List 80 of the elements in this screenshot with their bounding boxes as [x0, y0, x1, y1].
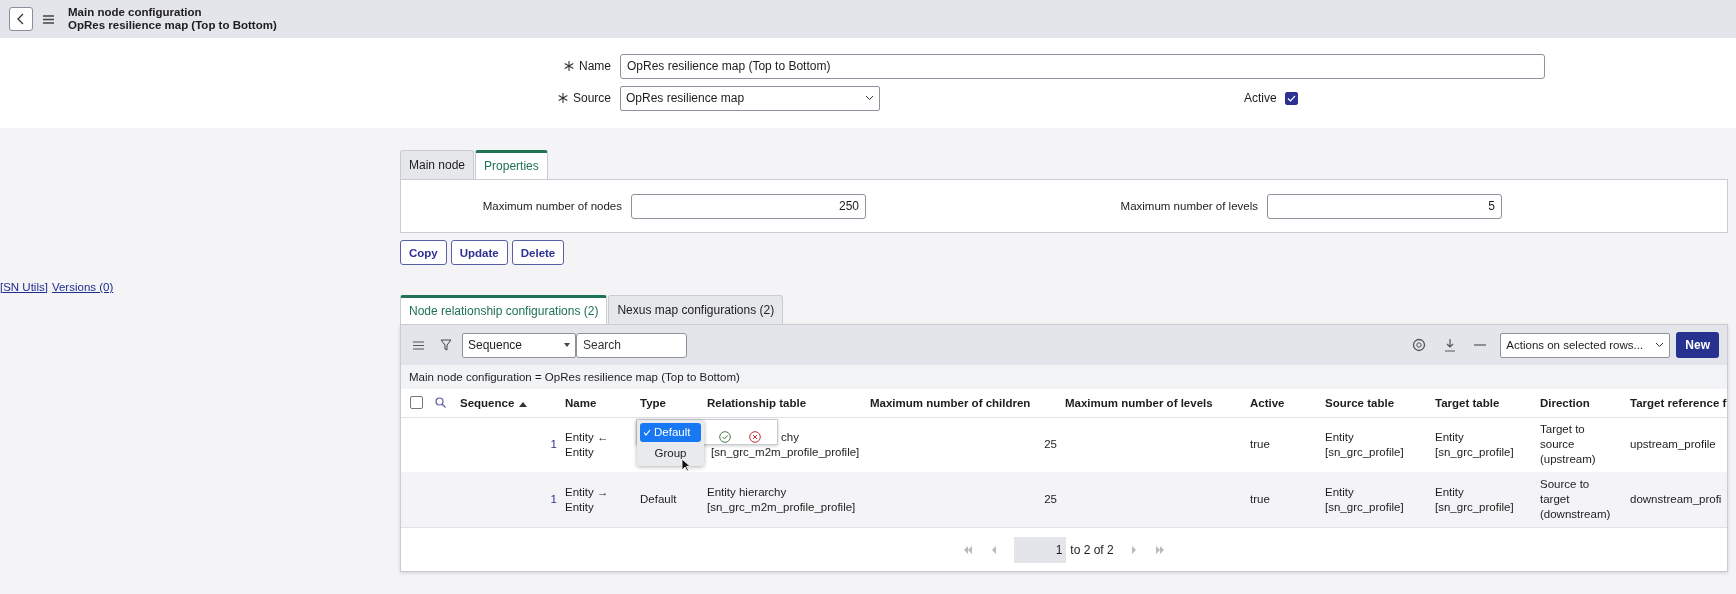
- table-cell: Source to target (downstream): [1540, 478, 1611, 520]
- table-cell: chy: [781, 429, 799, 445]
- menu-icon[interactable]: [413, 340, 424, 350]
- record-title: OpRes resilience map (Top to Bottom): [68, 19, 277, 32]
- field-label: Maximum number of nodes: [481, 200, 623, 212]
- table-cell: [sn_grc_m2m_profile_profile]: [711, 444, 860, 460]
- tab[interactable]: Nexus map configurations (2): [608, 295, 784, 324]
- column-header[interactable]: Direction: [1536, 389, 1626, 417]
- filter-icon[interactable]: [440, 339, 452, 351]
- column-header[interactable]: Active: [1246, 389, 1321, 417]
- caret-icon: [564, 343, 570, 347]
- field-label: Source: [572, 91, 611, 105]
- input-field[interactable]: 250: [631, 193, 866, 219]
- table-cell: Entity [sn_grc_profile]: [1325, 485, 1404, 513]
- tab[interactable]: Node relationship configurations (2): [400, 295, 608, 324]
- table-cell: Entity ← Entity: [565, 430, 609, 458]
- table-cell: Entity hierarchy [sn_grc_m2m_profile_profile]: [707, 485, 856, 513]
- select-all-checkbox[interactable]: [410, 396, 423, 410]
- chevron-left-icon: [16, 13, 26, 25]
- actions-select[interactable]: Actions on selected rows...: [1500, 332, 1671, 358]
- table-cell: Entity [sn_grc_profile]: [1325, 430, 1404, 458]
- cancel-icon[interactable]: [749, 430, 761, 443]
- page-field[interactable]: 1: [1014, 536, 1067, 563]
- column-header[interactable]: Sequence: [456, 389, 561, 417]
- table-cell: upstream_profile: [1630, 438, 1716, 451]
- dropdown-option[interactable]: Group: [640, 443, 701, 463]
- table-cell: true: [1250, 493, 1270, 505]
- sort-ascending-icon: [519, 401, 528, 407]
- dropdown-option[interactable]: Default: [640, 422, 701, 442]
- back-button[interactable]: [9, 7, 33, 31]
- field-label: Active: [1244, 91, 1277, 105]
- type-dropdown[interactable]: Default Group: [637, 419, 704, 466]
- download-icon[interactable]: [1444, 338, 1457, 352]
- tab[interactable]: Properties: [475, 150, 548, 179]
- required-icon: [564, 61, 574, 71]
- caret-icon: [1655, 342, 1665, 348]
- table-cell: Target to source (upstream): [1540, 423, 1596, 466]
- form-button[interactable]: Delete: [511, 240, 565, 265]
- page-title: Main node configuration: [68, 6, 203, 19]
- record-link[interactable]: 1: [550, 493, 557, 505]
- search-icon[interactable]: [435, 397, 446, 409]
- column-header[interactable]: Target table: [1431, 389, 1536, 417]
- link[interactable]: [SN Utils]: [0, 281, 48, 295]
- link[interactable]: Versions (0): [51, 281, 114, 295]
- tab[interactable]: Main node: [400, 150, 475, 179]
- source-select[interactable]: OpRes resilience map: [620, 85, 880, 111]
- table-cell: true: [1250, 438, 1270, 451]
- table-cell: 25: [1044, 493, 1057, 505]
- table-cell: Default: [640, 493, 677, 505]
- caret-icon: [865, 95, 874, 101]
- form-button[interactable]: Update: [450, 240, 508, 265]
- column-header[interactable]: Name: [561, 389, 636, 417]
- menu-icon[interactable]: [43, 14, 54, 24]
- field-label: Name: [579, 59, 611, 73]
- column-header[interactable]: Source table: [1321, 389, 1431, 417]
- field-select[interactable]: Sequence: [462, 332, 576, 358]
- column-header[interactable]: Maximum number of children: [866, 389, 1061, 417]
- table-cell: Entity → Entity: [565, 485, 609, 513]
- table-cell: downstream_profi: [1630, 493, 1722, 505]
- page-range: to 2 of 2: [1070, 542, 1114, 557]
- table-cell: Entity [sn_grc_profile]: [1435, 485, 1514, 513]
- breadcrumb: Main node configuration = OpRes resilience map (Top to Bottom): [401, 365, 1727, 389]
- table-cell: Entity [sn_grc_profile]: [1435, 430, 1514, 458]
- active-checkbox[interactable]: [1284, 91, 1298, 105]
- form-button[interactable]: Copy: [400, 240, 447, 265]
- input-field[interactable]: 5: [1267, 193, 1502, 219]
- column-header[interactable]: Type: [636, 389, 703, 417]
- record-link[interactable]: 1: [550, 438, 557, 451]
- column-header[interactable]: Maximum number of levels: [1061, 389, 1246, 417]
- field-label: Maximum number of levels: [1119, 200, 1259, 212]
- search-field[interactable]: Search: [576, 332, 687, 358]
- required-icon: [557, 93, 568, 103]
- check-icon: [643, 428, 651, 436]
- new-button[interactable]: New: [1676, 332, 1719, 358]
- settings-icon[interactable]: [1412, 338, 1427, 352]
- confirm-icon[interactable]: [719, 430, 731, 443]
- name-field[interactable]: OpRes resilience map (Top to Bottom): [620, 53, 1545, 79]
- column-header[interactable]: Relationship table: [703, 389, 866, 417]
- column-header[interactable]: Target reference f: [1626, 389, 1727, 417]
- table-cell: 25: [1044, 438, 1057, 451]
